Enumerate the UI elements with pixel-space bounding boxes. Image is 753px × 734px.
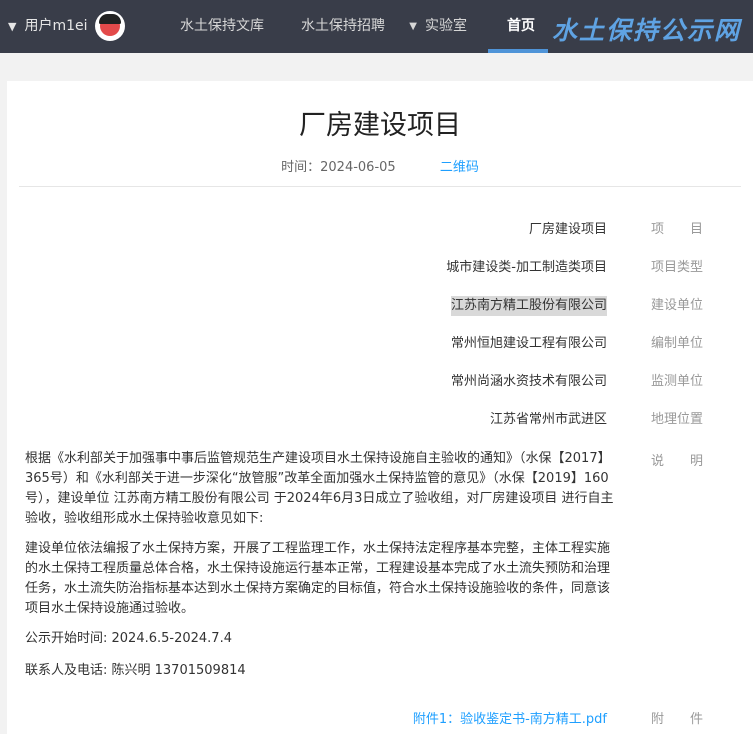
- field-value: 常州恒旭建设工程有限公司: [450, 336, 607, 351]
- site-logo[interactable]: 水土保持公示网: [552, 11, 741, 47]
- chevron-down-icon: ▼: [8, 20, 17, 33]
- description-paragraph: 根据《水利部关于加强事中事后监管规范生产建设项目水土保持设施自主验收的通知》（水…: [25, 451, 614, 526]
- nav-active-indicator: [488, 49, 548, 53]
- publicity-period: 公示开始时间: 2024.6.5-2024.7.4: [25, 631, 232, 646]
- field-value: 常州尚涵水资技术有限公司: [450, 374, 607, 389]
- page-title: 厂房建设项目: [299, 110, 461, 141]
- nav-lab-dropdown[interactable]: 实验室: [425, 0, 467, 53]
- nav-home[interactable]: 首页: [507, 0, 535, 53]
- description-text: 根据《水利部关于加强事中事后监管规范生产建设项目水土保持设施自主验收的通知》（水…: [25, 449, 621, 693]
- field-label: 地理位置: [650, 412, 703, 427]
- user-name: 用户m1ei: [24, 18, 88, 34]
- field-value: 城市建设类-加工制造类项目: [446, 260, 607, 275]
- publish-time: 时间：2024-06-05: [281, 160, 396, 175]
- attachment-link[interactable]: 附件1：验收鉴定书-南方精工.pdf: [413, 708, 607, 727]
- nav-lab-label: 实验室: [425, 18, 467, 34]
- field-label: 监测单位: [650, 374, 703, 389]
- top-navigation-bar: 水土保持公示网 首页 实验室 ▼ 水土保持招聘 水土保持文库 ▼ 用户m1ei: [0, 0, 753, 53]
- avatar-hair: [99, 14, 121, 24]
- description-paragraph: 建设单位依法编报了水土保持方案，开展了工程监理工作，水土保持法定程序基本完整，主…: [25, 541, 611, 616]
- qr-code-link[interactable]: 二维码: [440, 160, 479, 175]
- field-value: 江苏省常州市武进区: [489, 412, 607, 427]
- field-value: 厂房建设项目: [528, 222, 607, 237]
- divider: [19, 186, 741, 187]
- attachment-label: 附 件: [650, 712, 703, 727]
- user-avatar[interactable]: [95, 11, 125, 41]
- chevron-down-icon[interactable]: ▼: [409, 0, 417, 53]
- field-label: 项 目: [650, 222, 703, 237]
- field-label: 项目类型: [650, 260, 703, 275]
- user-menu[interactable]: ▼ 用户m1ei: [8, 0, 88, 53]
- article-card: 厂房建设项目 时间：2024-06-05 二维码 项 目 厂房建设项目 项目类型…: [7, 81, 753, 734]
- article-meta: 时间：2024-06-05 二维码: [7, 156, 753, 175]
- nav-library[interactable]: 水土保持文库: [180, 0, 264, 53]
- field-label: 建设单位: [650, 298, 703, 313]
- field-value-selected: 江苏南方精工股份有限公司: [450, 296, 607, 316]
- nav-recruit[interactable]: 水土保持招聘: [301, 0, 385, 53]
- field-label: 编制单位: [650, 336, 703, 351]
- contact-info: 联系人及电话: 陈兴明 13701509814: [25, 663, 246, 678]
- description-label: 说 明: [650, 454, 703, 469]
